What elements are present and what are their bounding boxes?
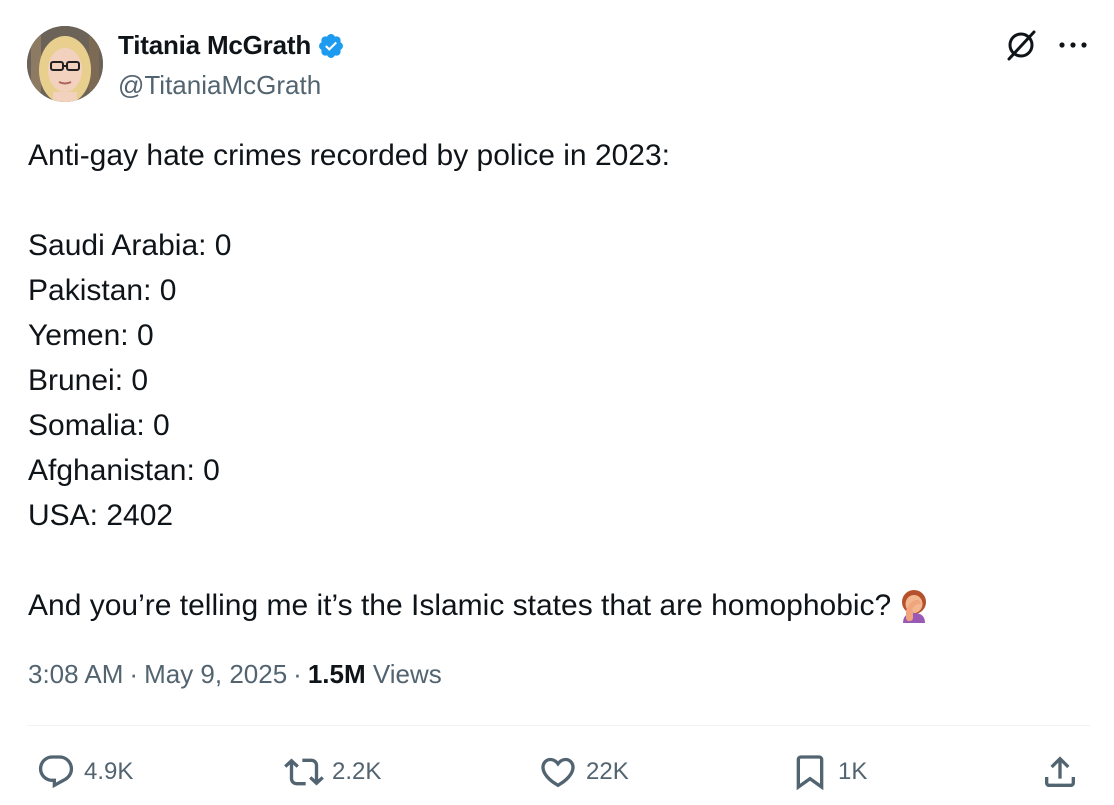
share-button[interactable] bbox=[1040, 750, 1080, 794]
separator: · bbox=[293, 659, 302, 689]
woman-facepalming-emoji bbox=[902, 590, 927, 623]
views-count[interactable]: 1.5M bbox=[308, 659, 366, 689]
reply-icon bbox=[38, 755, 74, 789]
author-name[interactable]: Titania McGrath bbox=[118, 30, 311, 61]
tweet-text: Anti-gay hate crimes recorded by police … bbox=[28, 133, 1088, 628]
divider bbox=[27, 725, 1090, 726]
author-handle[interactable]: @TitaniaMcGrath bbox=[118, 70, 321, 101]
verified-badge-icon bbox=[319, 33, 343, 58]
tweet-card: Titania McGrath @TitaniaMcGrath Anti-gay… bbox=[0, 0, 1114, 805]
share-icon bbox=[1045, 756, 1075, 787]
views-label[interactable]: Views bbox=[373, 659, 442, 689]
reply-button[interactable]: 4.9K bbox=[36, 750, 133, 794]
bookmark-icon bbox=[796, 755, 824, 791]
like-button[interactable]: 22K bbox=[538, 750, 629, 794]
repost-count: 2.2K bbox=[332, 758, 382, 785]
bookmark-count: 1K bbox=[838, 758, 868, 785]
more-horizontal-icon[interactable] bbox=[1057, 30, 1089, 60]
tweet-closing-row: And you’re telling me it’s the Islamic s… bbox=[28, 583, 1088, 628]
separator: · bbox=[129, 659, 139, 689]
country-line: Saudi Arabia: 0 bbox=[28, 229, 232, 262]
like-count: 22K bbox=[586, 758, 629, 785]
repost-button[interactable]: 2.2K bbox=[284, 750, 381, 794]
grok-icon[interactable] bbox=[1004, 28, 1038, 62]
avatar[interactable] bbox=[27, 26, 103, 102]
heart-icon bbox=[541, 757, 575, 788]
tweet-time[interactable]: 3:08 AM bbox=[28, 659, 123, 689]
country-line: Pakistan: 0 bbox=[28, 274, 177, 307]
bookmark-button[interactable]: 1K bbox=[790, 750, 867, 794]
reply-count: 4.9K bbox=[84, 758, 134, 785]
author-name-row[interactable]: Titania McGrath bbox=[118, 30, 345, 61]
tweet-date[interactable]: May 9, 2025 bbox=[144, 659, 287, 689]
tweet-intro: Anti-gay hate crimes recorded by police … bbox=[28, 139, 671, 172]
tweet-closing: And you’re telling me it’s the Islamic s… bbox=[28, 589, 892, 622]
country-line: USA: 2402 bbox=[28, 499, 174, 532]
country-line: Afghanistan: 0 bbox=[28, 454, 220, 487]
repost-icon bbox=[284, 758, 324, 786]
country-line: Brunei: 0 bbox=[28, 364, 149, 397]
tweet-meta: 3:08 AM · May 9, 2025 · 1.5M Views bbox=[28, 659, 442, 690]
country-line: Somalia: 0 bbox=[28, 409, 170, 442]
country-line: Yemen: 0 bbox=[28, 319, 154, 352]
